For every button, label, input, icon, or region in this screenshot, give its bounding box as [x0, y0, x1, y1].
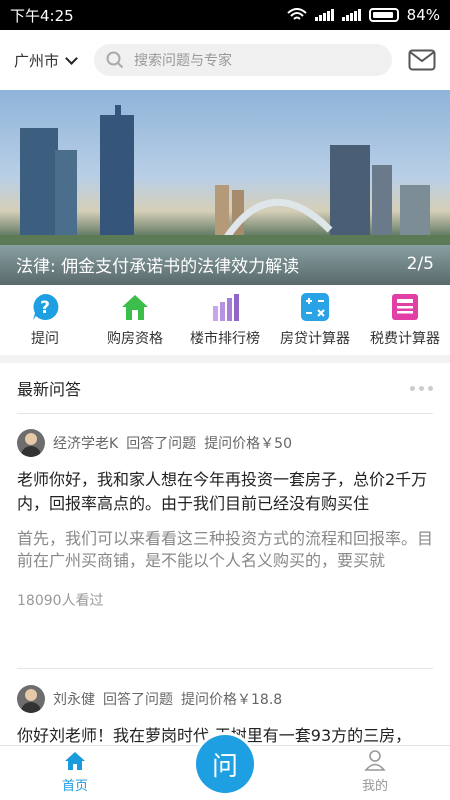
- signal-icon-2: [341, 9, 361, 21]
- section-divider: [0, 355, 450, 363]
- quick-tax-calculator[interactable]: 税费计算器: [360, 285, 450, 355]
- tab-mine-label: 我的: [361, 779, 388, 794]
- qa-meta: 刘永健 回答了问题 提问价格￥18.8: [17, 684, 433, 714]
- answer-action: 回答了问题: [103, 692, 173, 708]
- wifi-icon: [286, 8, 307, 20]
- status-bar: 下午4:25 84%: [0, 0, 450, 30]
- qa-meta: 经济学老K 回答了问题 提问价格￥50: [17, 428, 433, 458]
- answer-preview: 首先，我们可以来看看这三种投资方式的流程和回报率。目前在广州买商铺，是不能以个人…: [17, 529, 434, 570]
- quick-ranking-label: 楼市排行榜: [190, 331, 260, 347]
- status-time: 下午4:25: [10, 6, 74, 25]
- city-selector[interactable]: 广州市: [14, 50, 94, 71]
- banner-carousel[interactable]: 法律: 佣金支付承诺书的法律效力解读 2/5: [0, 90, 450, 285]
- quick-ask[interactable]: ? 提问: [0, 285, 90, 355]
- search-input[interactable]: 搜索问题与专家: [94, 44, 392, 76]
- banner-pager: 2/5: [406, 254, 434, 274]
- quick-purchase-label: 购房资格: [107, 331, 163, 347]
- question-price: 提问价格￥18.8: [181, 692, 283, 708]
- ask-button[interactable]: 问: [196, 735, 254, 793]
- banner-caption-bar: 法律: 佣金支付承诺书的法律效力解读 2/5: [0, 243, 450, 285]
- quick-market-ranking[interactable]: 楼市排行榜: [180, 285, 270, 355]
- divider: [17, 668, 433, 669]
- status-icons: 84%: [286, 6, 440, 24]
- svg-text:?: ?: [40, 298, 50, 318]
- divider: [17, 413, 433, 414]
- avatar[interactable]: [17, 685, 45, 713]
- quick-mortgage-label: 房贷计算器: [280, 331, 350, 347]
- quick-tax-label: 税费计算器: [370, 331, 440, 347]
- question-price: 提问价格￥50: [204, 436, 293, 452]
- answerer-name: 刘永健: [53, 692, 95, 708]
- question-icon: ?: [33, 293, 59, 320]
- quick-actions: ? 提问 购房资格 楼市排行榜 房贷计算器 税费计算器: [0, 285, 450, 355]
- quick-mortgage-calculator[interactable]: 房贷计算器: [270, 285, 360, 355]
- user-icon: [364, 750, 386, 771]
- tab-mine[interactable]: 我的: [300, 746, 450, 800]
- qa-item[interactable]: 经济学老K 回答了问题 提问价格￥50 老师你好，我和家人想在今年再投资一套房子…: [0, 428, 450, 610]
- tab-home-label: 首页: [61, 779, 88, 794]
- city-label: 广州市: [14, 51, 60, 70]
- calculator-icon: [301, 293, 329, 321]
- avatar[interactable]: [17, 429, 45, 457]
- mail-icon[interactable]: [408, 49, 436, 71]
- latest-qa-header: 最新问答: [0, 363, 450, 413]
- banner-title[interactable]: 法律: 佣金支付承诺书的法律效力解读: [16, 252, 299, 277]
- search-icon: [106, 51, 124, 69]
- answer-action: 回答了问题: [126, 436, 197, 452]
- more-icon[interactable]: [410, 385, 433, 391]
- quick-ask-label: 提问: [31, 331, 59, 347]
- view-count: 18090人看过: [17, 593, 104, 609]
- quick-purchase-eligibility[interactable]: 购房资格: [90, 285, 180, 355]
- top-bar: 广州市 搜索问题与专家: [0, 30, 450, 90]
- search-placeholder: 搜索问题与专家: [134, 53, 232, 69]
- battery-icon: [368, 8, 399, 22]
- tax-icon: [392, 294, 418, 320]
- chevron-down-icon: [65, 51, 78, 65]
- question-text: 老师你好，我和家人想在今年再投资一套房子，总价2千万内，回报率高点的。由于我们目…: [17, 470, 428, 513]
- bar-chart-icon: [213, 294, 239, 321]
- house-icon: [122, 295, 148, 320]
- tab-home[interactable]: 首页: [0, 746, 150, 800]
- signal-icon: [314, 9, 334, 21]
- battery-level: 84%: [406, 6, 440, 24]
- section-title: 最新问答: [17, 380, 82, 399]
- answerer-name: 经济学老K: [53, 436, 119, 452]
- home-icon: [65, 752, 85, 770]
